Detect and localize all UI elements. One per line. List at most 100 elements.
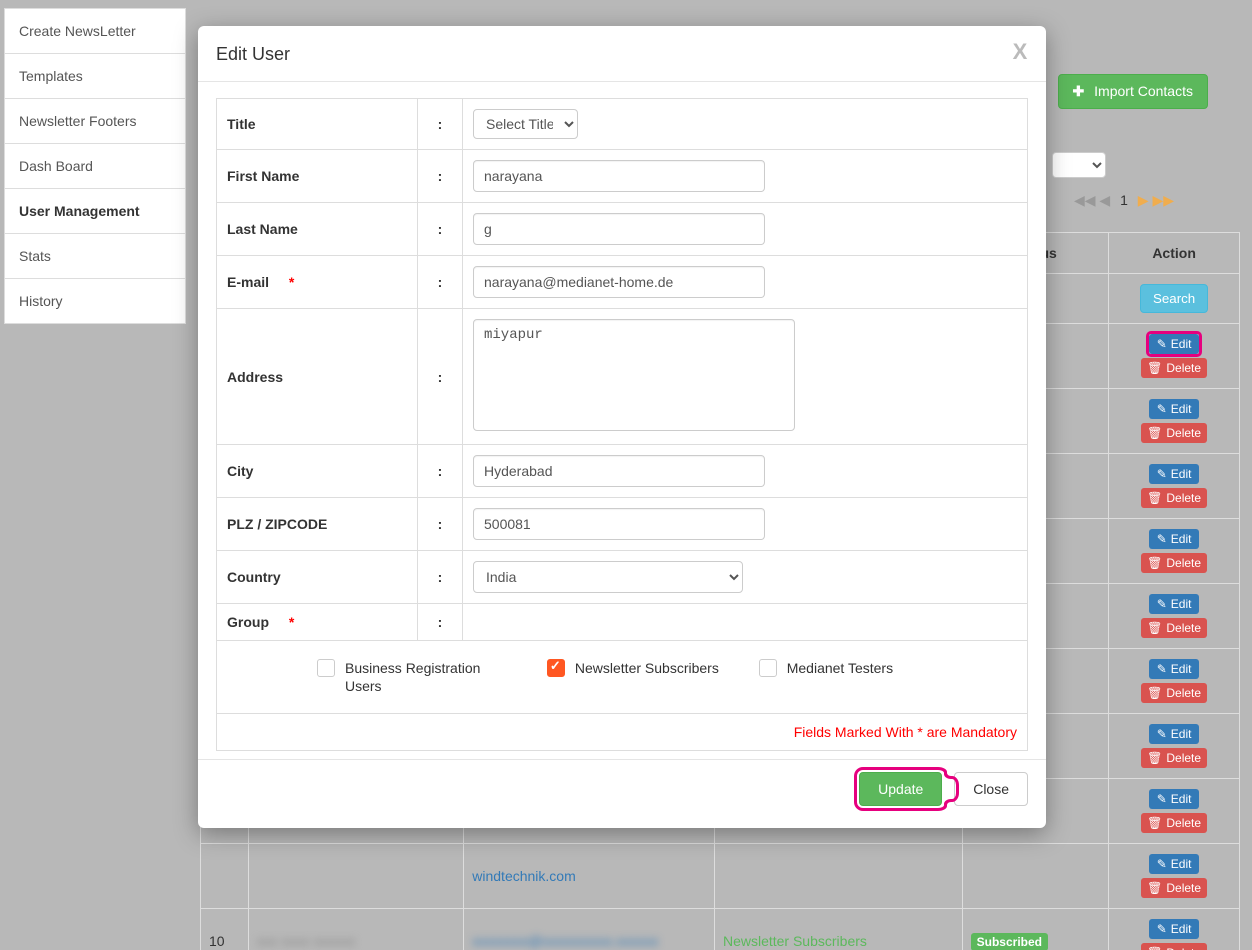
close-icon[interactable]: X: [1008, 40, 1032, 64]
required-mark: *: [289, 274, 294, 290]
import-contacts-button[interactable]: ✚ Import Contacts: [1058, 74, 1208, 109]
delete-button[interactable]: 🗑Delete: [1141, 488, 1207, 508]
last-name-input[interactable]: [473, 213, 765, 245]
pager-first-icon[interactable]: ◀◀: [1074, 192, 1096, 208]
first-name-input[interactable]: [473, 160, 765, 192]
trash-icon: 🗑: [1147, 621, 1162, 635]
label-city: City: [217, 445, 418, 498]
checkbox-newsletter-subscribers[interactable]: [547, 659, 565, 677]
sidebar-item-history[interactable]: History: [4, 278, 186, 324]
pager-last-icon[interactable]: ▶▶: [1152, 192, 1174, 208]
city-input[interactable]: [473, 455, 765, 487]
checkbox-label: Medianet Testers: [787, 659, 893, 677]
row10-index: 10: [201, 909, 249, 950]
edit-button[interactable]: ✎Edit: [1149, 529, 1200, 549]
edit-icon: ✎: [1157, 662, 1167, 676]
pager-next-icon[interactable]: ▶: [1138, 192, 1149, 208]
sidebar-item-stats[interactable]: Stats: [4, 233, 186, 278]
trash-icon: 🗑: [1147, 491, 1162, 505]
row10-group[interactable]: Newsletter Subscribers: [723, 933, 867, 949]
delete-button[interactable]: 🗑Delete: [1141, 618, 1207, 638]
delete-button[interactable]: 🗑Delete: [1141, 813, 1207, 833]
mandatory-note: Fields Marked With * are Mandatory: [217, 714, 1028, 751]
sidebar-item-templates[interactable]: Templates: [4, 53, 186, 98]
delete-button[interactable]: 🗑Delete: [1141, 358, 1207, 378]
edit-button[interactable]: ✎Edit: [1149, 464, 1200, 484]
sidebar: Create NewsLetter Templates Newsletter F…: [4, 8, 186, 324]
edit-icon: ✎: [1157, 727, 1167, 741]
title-select[interactable]: Select Title: [473, 109, 578, 139]
address-textarea[interactable]: miyapur: [473, 319, 795, 431]
trash-icon: 🗑: [1147, 946, 1162, 950]
label-title: Title: [217, 99, 418, 150]
edit-button[interactable]: ✎Edit: [1149, 789, 1200, 809]
plus-icon: ✚: [1073, 83, 1085, 99]
edit-icon: ✎: [1157, 597, 1167, 611]
edit-button[interactable]: ✎Edit: [1149, 399, 1200, 419]
row10-name-blurred: xxx xxxx xxxxxx: [257, 933, 356, 949]
sidebar-item-newsletter-footers[interactable]: Newsletter Footers: [4, 98, 186, 143]
edit-button[interactable]: ✎Edit: [1149, 594, 1200, 614]
sidebar-item-create-newsletter[interactable]: Create NewsLetter: [4, 8, 186, 53]
delete-button[interactable]: 🗑Delete: [1141, 748, 1207, 768]
edit-icon: ✎: [1157, 792, 1167, 806]
label-group: Group *: [217, 604, 418, 641]
trash-icon: 🗑: [1147, 751, 1162, 765]
edit-user-modal: Edit User X Title : Select Title First N…: [198, 26, 1046, 828]
row10-status-badge: Subscribed: [971, 933, 1048, 950]
edit-button[interactable]: ✎Edit: [1149, 854, 1200, 874]
required-mark: *: [289, 614, 294, 630]
group-option-newsletter-subscribers: Newsletter Subscribers: [547, 659, 719, 677]
pager-current: 1: [1120, 192, 1128, 208]
label-email: E-mail *: [217, 256, 418, 309]
trash-icon: 🗑: [1147, 426, 1162, 440]
delete-button[interactable]: 🗑Delete: [1141, 683, 1207, 703]
checkbox-medianet-testers[interactable]: [759, 659, 777, 677]
label-country: Country: [217, 551, 418, 604]
label-first-name: First Name: [217, 150, 418, 203]
edit-icon: ✎: [1157, 922, 1167, 936]
edit-icon: ✎: [1157, 467, 1167, 481]
col-action: Action: [1109, 233, 1240, 274]
group-option-business-registration-users: Business Registration Users: [317, 659, 507, 695]
checkbox-business-registration-users[interactable]: [317, 659, 335, 677]
highlight-first-edit: ✎Edit: [1149, 335, 1200, 351]
edit-button[interactable]: ✎Edit: [1149, 659, 1200, 679]
close-button[interactable]: Close: [954, 772, 1028, 806]
update-button[interactable]: Update: [859, 772, 942, 806]
delete-button[interactable]: 🗑Delete: [1141, 878, 1207, 898]
page-size-select[interactable]: [1052, 152, 1106, 178]
sidebar-item-user-management[interactable]: User Management: [4, 188, 186, 233]
trash-icon: 🗑: [1147, 361, 1162, 375]
row10-email-blurred[interactable]: xxxxxxxx@xxxxxxxxxx.xxxxxx: [472, 933, 658, 949]
email-input[interactable]: [473, 266, 765, 298]
pager-prev-icon[interactable]: ◀: [1099, 192, 1110, 208]
modal-title: Edit User: [216, 44, 290, 64]
edit-button[interactable]: ✎Edit: [1149, 334, 1200, 354]
delete-button[interactable]: 🗑Delete: [1141, 423, 1207, 443]
row9-email-fragment[interactable]: windtechnik.com: [472, 868, 576, 884]
trash-icon: 🗑: [1147, 556, 1162, 570]
trash-icon: 🗑: [1147, 686, 1162, 700]
highlight-update-button: Update: [859, 781, 954, 797]
edit-icon: ✎: [1157, 532, 1167, 546]
checkbox-label: Newsletter Subscribers: [575, 659, 719, 677]
pager: ◀◀ ◀ 1 ▶ ▶▶: [1074, 192, 1174, 209]
search-button[interactable]: Search: [1140, 284, 1208, 313]
edit-icon: ✎: [1157, 857, 1167, 871]
edit-user-form: Title : Select Title First Name : Last N…: [216, 98, 1028, 751]
group-value-empty: [463, 604, 1028, 641]
delete-button[interactable]: 🗑Delete: [1141, 553, 1207, 573]
edit-button[interactable]: ✎Edit: [1149, 919, 1200, 939]
label-address: Address: [217, 309, 418, 445]
delete-button[interactable]: 🗑Delete: [1141, 943, 1207, 950]
edit-icon: ✎: [1157, 402, 1167, 416]
sidebar-item-dash-board[interactable]: Dash Board: [4, 143, 186, 188]
country-select[interactable]: India: [473, 561, 743, 593]
edit-button[interactable]: ✎Edit: [1149, 724, 1200, 744]
import-contacts-label: Import Contacts: [1094, 83, 1193, 99]
group-option-medianet-testers: Medianet Testers: [759, 659, 893, 677]
zipcode-input[interactable]: [473, 508, 765, 540]
trash-icon: 🗑: [1147, 816, 1162, 830]
label-last-name: Last Name: [217, 203, 418, 256]
